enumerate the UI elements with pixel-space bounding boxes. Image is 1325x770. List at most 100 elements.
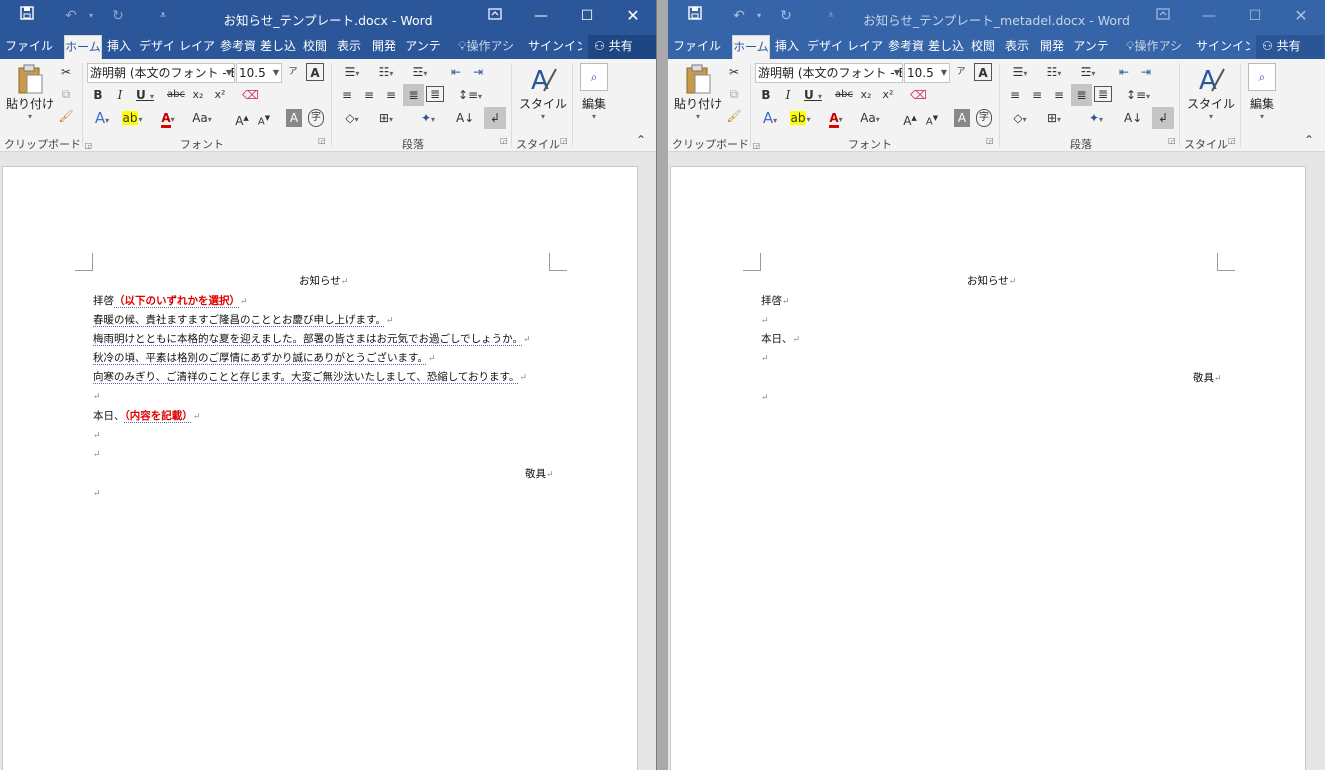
tab-home[interactable]: ホーム — [732, 35, 770, 59]
editing-button[interactable]: ⌕ 編集 ▾ — [1244, 63, 1280, 129]
tab-layout[interactable]: レイア — [178, 35, 216, 59]
bold-icon[interactable]: B — [92, 86, 104, 104]
document-page[interactable]: お知らせ↵ 拝啓↵ ↵ 本日、↵ ↵ 敬具↵ ↵ — [670, 166, 1306, 770]
italic-icon[interactable]: I — [114, 86, 126, 104]
maximize-button[interactable]: ☐ — [564, 0, 610, 32]
editing-button[interactable]: ⌕ 編集 ▾ — [576, 63, 612, 129]
strikethrough-icon[interactable]: abc — [166, 86, 186, 104]
collapse-ribbon-icon[interactable]: ⌃ — [636, 133, 646, 147]
font-color-icon[interactable]: A▾ — [156, 109, 180, 128]
tab-view[interactable]: 表示 — [1002, 35, 1032, 59]
numbering-icon[interactable]: ☷▾ — [372, 63, 400, 81]
ribbon-display-options-icon[interactable] — [1140, 0, 1186, 32]
underline-icon[interactable]: U ▾ — [136, 86, 154, 104]
cut-icon[interactable]: ✂ — [58, 63, 74, 81]
tab-insert[interactable]: 挿入 — [772, 35, 802, 59]
maximize-button[interactable]: ☐ — [1232, 0, 1278, 32]
enclose-characters-icon[interactable]: 字 — [976, 109, 992, 127]
align-center-icon[interactable]: ≡ — [360, 86, 378, 104]
copy-icon[interactable]: ⧉ — [726, 85, 742, 103]
justify-icon[interactable]: ≣ — [403, 84, 424, 106]
enclose-characters-icon[interactable]: 字 — [308, 109, 324, 127]
tab-developer[interactable]: 開発 — [369, 35, 399, 59]
decrease-indent-icon[interactable]: ⇤ — [446, 63, 466, 81]
font-size-combo[interactable]: 10.5 ▼ — [904, 63, 950, 83]
character-border-icon[interactable]: A — [974, 63, 992, 81]
change-case-icon[interactable]: Aa▾ — [856, 109, 884, 127]
tab-file[interactable]: ファイル — [5, 35, 53, 59]
show-hide-marks-icon[interactable]: ↲ — [1152, 107, 1174, 129]
tab-antenna[interactable]: アンテ — [1072, 35, 1110, 59]
character-border-icon[interactable]: A — [306, 63, 324, 81]
phonetic-guide-icon[interactable]: ア — [954, 63, 968, 81]
tab-antenna[interactable]: アンテ — [404, 35, 442, 59]
share-button[interactable]: ⚇ 共有 — [1256, 35, 1324, 59]
shrink-font-icon[interactable]: A▼ — [256, 109, 272, 127]
distributed-icon[interactable]: ≣ — [1094, 86, 1112, 102]
align-left-icon[interactable]: ≡ — [1006, 86, 1024, 104]
superscript-icon[interactable]: x² — [212, 86, 228, 104]
increase-indent-icon[interactable]: ⇥ — [468, 63, 488, 81]
font-size-combo[interactable]: 10.5 ▼ — [236, 63, 282, 83]
minimize-button[interactable]: — — [518, 0, 564, 32]
shading-icon[interactable]: ◇▾ — [338, 109, 366, 127]
sort-icon[interactable]: A↓ — [1124, 109, 1142, 127]
decrease-indent-icon[interactable]: ⇤ — [1114, 63, 1134, 81]
italic-icon[interactable]: I — [782, 86, 794, 104]
minimize-button[interactable]: — — [1186, 0, 1232, 32]
format-painter-icon[interactable]: 🖌︎ — [726, 107, 742, 125]
tab-insert[interactable]: 挿入 — [104, 35, 134, 59]
close-button[interactable]: ✕ — [1278, 0, 1324, 32]
character-shading-icon[interactable]: A — [286, 109, 302, 127]
highlight-color-icon[interactable]: ab▾ — [118, 109, 146, 127]
strikethrough-icon[interactable]: abc — [834, 86, 854, 104]
copy-icon[interactable]: ⧉ — [58, 85, 74, 103]
show-hide-marks-icon[interactable]: ↲ — [484, 107, 506, 129]
signin-link[interactable]: サインイン — [528, 35, 582, 59]
bullets-icon[interactable]: ☰▾ — [338, 63, 366, 81]
styles-button[interactable]: A スタイル ▾ — [1186, 63, 1236, 129]
line-spacing-icon[interactable]: ↕≡▾ — [456, 86, 484, 104]
numbering-icon[interactable]: ☷▾ — [1040, 63, 1068, 81]
tab-view[interactable]: 表示 — [334, 35, 364, 59]
borders-icon[interactable]: ⊞▾ — [1040, 109, 1068, 127]
tab-mailings[interactable]: 差し込 — [259, 35, 297, 59]
paste-button[interactable]: 貼り付け ▾ — [674, 63, 722, 129]
superscript-icon[interactable]: x² — [880, 86, 896, 104]
tab-layout[interactable]: レイア — [846, 35, 884, 59]
tab-developer[interactable]: 開発 — [1037, 35, 1067, 59]
font-name-combo[interactable]: 游明朝 (本文のフォント - E ▼ — [87, 63, 235, 83]
grow-font-icon[interactable]: A▲ — [234, 109, 250, 128]
font-color-icon[interactable]: A▾ — [824, 109, 848, 128]
line-spacing-icon[interactable]: ↕≡▾ — [1124, 86, 1152, 104]
dialog-launcher-icon[interactable]: ◲ — [318, 136, 326, 145]
grow-font-icon[interactable]: A▲ — [902, 109, 918, 128]
ribbon-display-options-icon[interactable] — [472, 0, 518, 32]
sort-icon[interactable]: A↓ — [456, 109, 474, 127]
tab-review[interactable]: 校閲 — [968, 35, 998, 59]
align-left-icon[interactable]: ≡ — [338, 86, 356, 104]
text-effects-icon[interactable]: A▾ — [758, 109, 782, 127]
text-direction-icon[interactable]: ✦▾ — [414, 109, 442, 127]
dialog-launcher-icon[interactable]: ◲ — [986, 136, 994, 145]
tell-me-box[interactable]: 💡︎操作アシ — [450, 35, 522, 59]
format-painter-icon[interactable]: 🖌︎ — [58, 107, 74, 125]
underline-icon[interactable]: U ▾ — [804, 86, 822, 104]
change-case-icon[interactable]: Aa▾ — [188, 109, 216, 127]
align-right-icon[interactable]: ≡ — [382, 86, 400, 104]
font-name-combo[interactable]: 游明朝 (本文のフォント - E ▼ — [755, 63, 903, 83]
borders-icon[interactable]: ⊞▾ — [372, 109, 400, 127]
subscript-icon[interactable]: x₂ — [858, 86, 874, 104]
dialog-launcher-icon[interactable]: ◲ — [1228, 136, 1236, 145]
share-button[interactable]: ⚇ 共有 — [588, 35, 656, 59]
clear-formatting-icon[interactable]: ⌫ — [910, 86, 927, 104]
tab-mailings[interactable]: 差し込 — [927, 35, 965, 59]
multilevel-list-icon[interactable]: ☲▾ — [406, 63, 434, 81]
text-direction-icon[interactable]: ✦▾ — [1082, 109, 1110, 127]
align-center-icon[interactable]: ≡ — [1028, 86, 1046, 104]
tab-references[interactable]: 参考資 — [887, 35, 925, 59]
justify-icon[interactable]: ≣ — [1071, 84, 1092, 106]
shrink-font-icon[interactable]: A▼ — [924, 109, 940, 127]
paste-button[interactable]: 貼り付け ▾ — [6, 63, 54, 129]
bold-icon[interactable]: B — [760, 86, 772, 104]
